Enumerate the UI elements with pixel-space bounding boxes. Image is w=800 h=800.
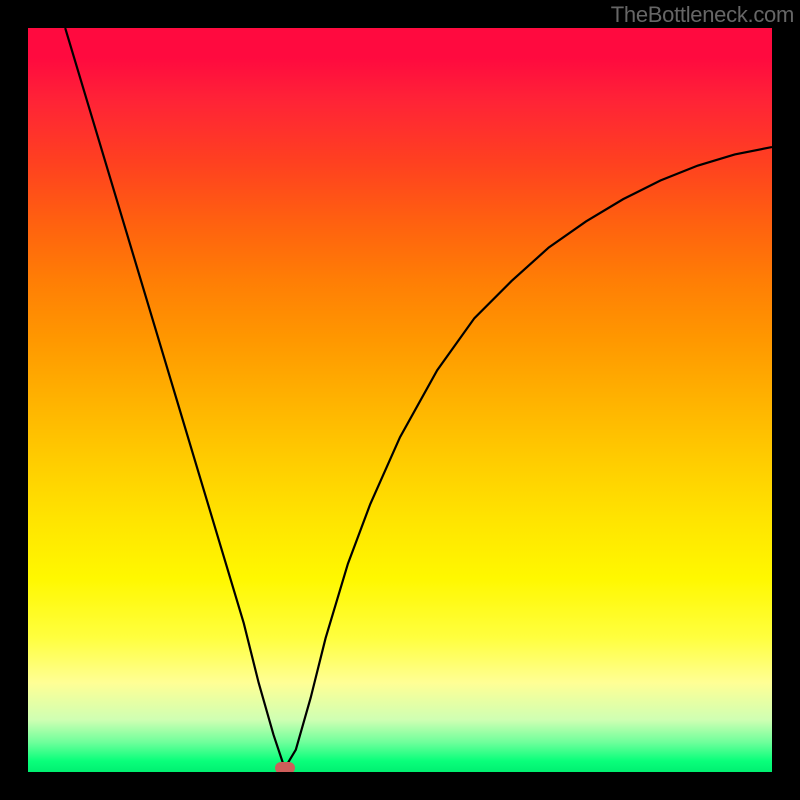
curve-svg <box>28 28 772 772</box>
outer-frame: TheBottleneck.com <box>0 0 800 800</box>
plot-area <box>28 28 772 772</box>
optimum-marker <box>275 762 295 772</box>
watermark-text: TheBottleneck.com <box>611 2 794 28</box>
bottleneck-curve <box>65 28 772 768</box>
